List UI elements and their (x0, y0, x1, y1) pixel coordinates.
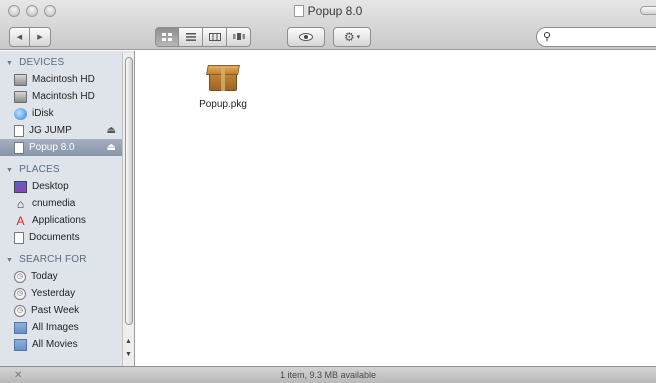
sidebar-item-label: Yesterday (31, 288, 76, 299)
clock-icon: ◷ (14, 270, 26, 283)
section-title: DEVICES (19, 57, 65, 68)
scrollbar-thumb[interactable] (125, 57, 133, 325)
sidebar-item-applications[interactable]: A Applications (0, 212, 134, 229)
sidebar-item-label: Macintosh HD (32, 91, 95, 102)
sidebar-item-label: Macintosh HD (32, 74, 95, 85)
scroll-up-icon[interactable]: ▲ (125, 338, 132, 345)
forward-arrow-icon: ▶ (37, 34, 43, 41)
sidebar-item-idisk[interactable]: iDisk (0, 105, 134, 122)
column-view-icon (208, 33, 221, 41)
sidebar-item-label: cnumedia (32, 198, 76, 209)
sidebar-item-label: All Movies (32, 339, 78, 350)
package-icon (206, 63, 240, 93)
icon-view-icon (162, 33, 172, 41)
forward-button[interactable]: ▶ (30, 27, 51, 47)
disclosure-triangle-icon: ▼ (6, 60, 14, 67)
sidebar-scrollbar[interactable]: ▲ ▼ (122, 53, 134, 366)
eye-icon (299, 33, 313, 41)
sidebar-item-label: Documents (29, 232, 80, 243)
window-toolbar: Popup 8.0 ◀ ▶ ⚙ ▾ ⚲ (0, 0, 656, 50)
sidebar-item-all-movies[interactable]: All Movies (0, 336, 134, 353)
toolbar-toggle-button[interactable] (640, 6, 656, 15)
column-view-button[interactable] (203, 27, 227, 47)
sidebar-item-macintosh-hd-2[interactable]: Macintosh HD (0, 88, 134, 105)
disk-icon (14, 73, 27, 86)
action-menu-button[interactable]: ⚙ ▾ (333, 27, 371, 47)
sidebar-item-label: iDisk (32, 108, 54, 119)
document-icon (293, 5, 304, 17)
search-input[interactable] (536, 27, 656, 47)
smart-folder-icon (14, 321, 27, 334)
drive-icon (14, 141, 24, 154)
sidebar-item-label: Past Week (31, 305, 80, 316)
list-view-icon (185, 33, 196, 41)
icon-view-button[interactable] (155, 27, 179, 47)
sidebar-item-documents[interactable]: Documents (0, 229, 134, 246)
chevron-down-icon: ▾ (356, 34, 361, 41)
sidebar-item-label: Applications (32, 215, 86, 226)
back-arrow-icon: ◀ (16, 34, 23, 41)
gear-icon: ⚙ (343, 30, 355, 44)
smart-folder-icon (14, 338, 27, 351)
coverflow-view-icon (232, 33, 245, 40)
disclosure-triangle-icon: ▼ (6, 257, 14, 264)
documents-icon (14, 231, 24, 244)
eject-icon[interactable]: ⏏ (107, 122, 116, 139)
back-button[interactable]: ◀ (9, 27, 30, 47)
window-title: Popup 8.0 (307, 4, 363, 18)
applications-icon: A (16, 213, 25, 228)
sidebar-item-label: All Images (32, 322, 79, 333)
disclosure-triangle-icon: ▼ (6, 167, 14, 174)
section-title: PLACES (19, 164, 60, 175)
clock-icon: ◷ (14, 304, 26, 317)
quick-look-button[interactable] (287, 27, 325, 47)
coverflow-view-button[interactable] (227, 27, 251, 47)
sidebar-item-yesterday[interactable]: ◷ Yesterday (0, 285, 134, 302)
sidebar-item-label: Popup 8.0 (29, 142, 75, 153)
sidebar-item-jg-jump[interactable]: JG JUMP ⏏ (0, 122, 134, 139)
sidebar-list: ▼ DEVICES Macintosh HD Macintosh HD iDis… (0, 51, 134, 353)
file-item[interactable]: Popup.pkg (188, 63, 258, 110)
resize-grip-icon: ✕ (14, 370, 23, 381)
sidebar-item-label: JG JUMP (29, 125, 72, 136)
drive-icon (14, 124, 24, 137)
eject-icon[interactable]: ⏏ (107, 139, 116, 156)
view-mode-control (155, 27, 251, 47)
back-forward-control: ◀ ▶ (9, 27, 51, 47)
sidebar-item-cnumedia[interactable]: ⌂ cnumedia (0, 195, 134, 212)
sidebar-item-desktop[interactable]: Desktop (0, 178, 134, 195)
search-icon: ⚲ (543, 31, 552, 43)
idisk-icon (14, 107, 27, 120)
sidebar-section-devices[interactable]: ▼ DEVICES (0, 55, 134, 71)
sidebar: ▼ DEVICES Macintosh HD Macintosh HD iDis… (0, 51, 135, 366)
file-name: Popup.pkg (199, 99, 247, 110)
status-text: 1 item, 9.3 MB available (279, 370, 377, 380)
sidebar-item-all-images[interactable]: All Images (0, 319, 134, 336)
list-view-button[interactable] (179, 27, 203, 47)
sidebar-item-past-week[interactable]: ◷ Past Week (0, 302, 134, 319)
clock-icon: ◷ (14, 287, 26, 300)
sidebar-item-label: Desktop (32, 181, 69, 192)
sidebar-item-today[interactable]: ◷ Today (0, 268, 134, 285)
sidebar-item-label: Today (31, 271, 58, 282)
section-title: SEARCH FOR (19, 254, 87, 265)
scroll-down-icon[interactable]: ▼ (125, 351, 132, 358)
sidebar-item-macintosh-hd[interactable]: Macintosh HD (0, 71, 134, 88)
status-bar: ✕ 1 item, 9.3 MB available (0, 366, 656, 383)
file-browser-area[interactable]: Popup.pkg (136, 51, 656, 366)
sidebar-item-popup-8[interactable]: Popup 8.0 ⏏ (0, 139, 134, 156)
sidebar-section-places[interactable]: ▼ PLACES (0, 162, 134, 178)
sidebar-section-search-for[interactable]: ▼ SEARCH FOR (0, 252, 134, 268)
desktop-icon (14, 180, 27, 193)
home-icon: ⌂ (16, 196, 25, 211)
disk-icon (14, 90, 27, 103)
